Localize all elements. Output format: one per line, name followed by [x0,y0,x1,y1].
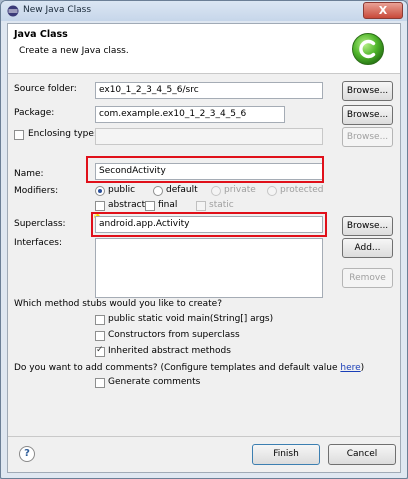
modifier-default-radio[interactable] [153,186,163,196]
modifier-final-checkbox[interactable] [145,201,155,211]
modifier-private-radio[interactable] [211,186,221,196]
modifier-static-checkbox[interactable] [196,201,206,211]
title-bar: New Java Class X [1,1,407,21]
interfaces-label: Interfaces: [14,238,63,248]
modifier-private-label: private [224,185,256,195]
finish-button[interactable]: Finish [252,444,320,465]
package-label: Package: [14,108,55,118]
modifier-default-label: default [166,185,198,195]
wizard-title: Java Class [14,29,68,40]
eclipse-icon [7,5,19,17]
source-folder-label: Source folder: [14,84,77,94]
stub-main-label: public static void main(String[] args) [108,314,274,324]
interfaces-remove-button[interactable]: Remove [342,268,393,288]
templates-link[interactable]: here [340,363,360,373]
modifier-abstract-checkbox[interactable] [95,201,105,211]
source-folder-browse-button[interactable]: Browse... [342,81,393,101]
name-highlight-box [86,156,324,183]
modifiers-label: Modifiers: [14,186,59,196]
dialog-window: New Java Class X Java Class Create a new… [0,0,408,479]
superclass-highlight-box [91,212,327,237]
modifier-static-label: static [209,200,234,210]
modifier-protected-label: protected [280,185,324,195]
wizard-header: Java Class Create a new Java class. [8,24,400,74]
stub-constructors-checkbox[interactable] [95,331,105,341]
stub-constructors-label: Constructors from superclass [108,330,240,340]
window-title: New Java Class [23,5,92,15]
modifier-public-label: public [108,185,136,195]
enclosing-type-input[interactable] [95,128,323,145]
superclass-label: Superclass: [14,219,66,229]
generate-comments-checkbox[interactable] [95,378,105,388]
enclosing-type-checkbox[interactable] [14,130,24,140]
interfaces-add-button[interactable]: Add... [342,238,393,258]
wizard-description: Create a new Java class. [19,46,129,56]
generate-comments-label: Generate comments [108,377,201,387]
modifier-public-radio[interactable] [95,186,105,196]
method-stubs-question: Which method stubs would you like to cre… [14,299,222,309]
stub-inherited-checkbox[interactable] [95,345,105,357]
package-browse-button[interactable]: Browse... [342,105,393,125]
enclosing-type-browse-button[interactable]: Browse... [342,127,393,147]
package-input[interactable]: com.example.ex10_1_2_3_4_5_6 [95,106,285,123]
cancel-button[interactable]: Cancel [328,444,396,465]
modifier-protected-radio[interactable] [267,186,277,196]
close-button[interactable]: X [363,2,403,19]
enclosing-type-label: Enclosing type: [28,129,97,139]
help-icon[interactable]: ? [19,446,35,462]
name-label: Name: [14,169,44,179]
modifier-abstract-label: abstract [108,200,146,210]
modifier-final-label: final [158,200,178,210]
footer-separator [8,436,400,437]
new-class-wizard-icon [352,33,384,65]
source-folder-input[interactable]: ex10_1_2_3_4_5_6/src [95,82,323,99]
interfaces-list[interactable] [95,238,323,298]
dialog-body: Java Class Create a new Java class. Sour… [7,23,401,473]
stub-main-checkbox[interactable] [95,315,105,325]
comments-question: Do you want to add comments? (Configure … [14,363,365,373]
stub-inherited-label: Inherited abstract methods [108,346,231,356]
superclass-browse-button[interactable]: Browse... [342,216,393,236]
